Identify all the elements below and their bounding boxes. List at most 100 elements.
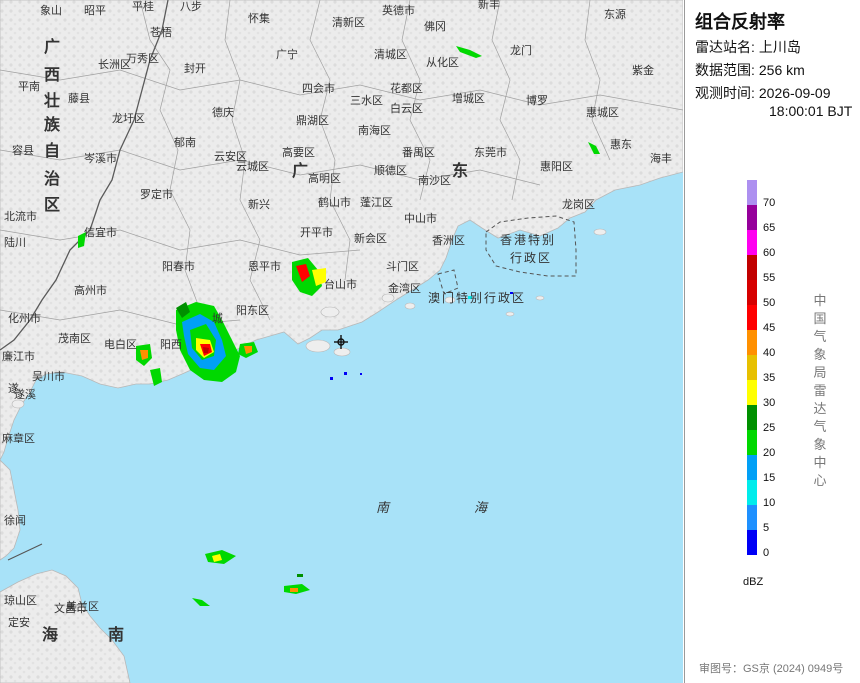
province-label-char: 族 <box>44 115 61 134</box>
credit-char: 中 <box>813 293 827 308</box>
legend-value: 10 <box>763 497 776 509</box>
map-label: 花都区 <box>390 82 423 95</box>
map-label: 蓬江区 <box>360 196 393 209</box>
map-label: 中山市 <box>404 211 437 225</box>
map-label: 南海区 <box>358 123 391 137</box>
map-label: 定安 <box>8 615 30 629</box>
sar-label: 行政区 <box>510 251 552 265</box>
map-label: 高要区 <box>282 145 315 159</box>
legend-swatch <box>747 480 757 505</box>
credit-char: 中 <box>813 455 827 470</box>
legend-swatch <box>747 430 757 455</box>
map-label: 遂溪 <box>14 387 36 401</box>
time-date: 2026-09-09 <box>758 85 831 101</box>
map-label: 廉江市 <box>2 349 35 363</box>
legend-value: 50 <box>763 297 776 309</box>
map-label: 鼎湖区 <box>296 114 329 127</box>
legend-value: 25 <box>763 422 776 434</box>
province-label-char: 广 <box>44 37 60 56</box>
legend-value: 35 <box>763 372 776 384</box>
map-label: 北流市 <box>4 209 37 223</box>
map-label: 琼山区 <box>4 593 37 607</box>
map-label: 白云区 <box>390 101 423 115</box>
legend-value: 20 <box>763 447 776 459</box>
map-label: 信宜市 <box>84 225 117 239</box>
legend-value: 70 <box>763 197 776 209</box>
map-label: 苍梧 <box>150 25 172 39</box>
time-row: 观测时间: 2026-09-09 <box>695 84 831 102</box>
legend-swatch <box>747 180 757 205</box>
legend-swatch <box>747 405 757 430</box>
map-label: 阳西 <box>160 338 182 351</box>
station-value: 上川岛 <box>758 39 801 55</box>
map-label: 文昌市 <box>54 601 87 615</box>
legend-value: 40 <box>763 347 776 359</box>
legend-swatch <box>747 455 757 480</box>
map-label: 新兴 <box>248 197 270 211</box>
map-label: 香洲区 <box>432 234 465 247</box>
legend-swatch <box>747 280 757 305</box>
legend-swatch <box>747 355 757 380</box>
map-label: 平桂 <box>132 0 154 13</box>
map-label: 顺德区 <box>374 163 407 177</box>
credit-char: 气 <box>813 329 827 344</box>
map-label: 四会市 <box>302 81 335 95</box>
map-label: 广宁 <box>276 47 298 61</box>
range-value: 256 km <box>758 62 805 78</box>
map-label: 郁南 <box>174 135 196 149</box>
map-label: 龙岗区 <box>562 198 595 211</box>
legend-swatch <box>747 330 757 355</box>
map-label: 怀集 <box>248 11 270 25</box>
map-label: 龙圩区 <box>112 112 145 125</box>
map-approval-number: 审图号：GS京 (2024) 0949号 <box>699 663 844 675</box>
credit-char: 气 <box>813 419 827 434</box>
range-label: 数据范围: <box>695 62 755 78</box>
map-label: 龙门 <box>510 43 532 57</box>
legend-swatch <box>747 205 757 230</box>
agency-credit: 中国气象局雷达气象中心 <box>813 292 827 490</box>
time-clock: 18:00:01 BJT <box>769 103 853 119</box>
map-label: 东莞市 <box>474 145 507 159</box>
province-label-char: 自 <box>44 141 60 160</box>
credit-char: 雷 <box>813 383 827 398</box>
legend-value: 30 <box>763 397 776 409</box>
map-label: 英德市 <box>382 3 415 17</box>
map-label: 紫金 <box>632 63 654 77</box>
legend-swatch <box>747 530 757 555</box>
map-label: 藤县 <box>68 92 90 105</box>
legend-value: 65 <box>763 222 776 234</box>
province-label-char: 东 <box>452 161 468 180</box>
legend-value: 0 <box>763 547 770 559</box>
legend-swatch <box>747 305 757 330</box>
map-label: 高明区 <box>308 171 341 185</box>
credit-char: 心 <box>813 473 827 488</box>
map-label: 德庆 <box>212 105 234 119</box>
map-label: 惠东 <box>610 137 632 151</box>
station-row: 雷达站名: 上川岛 <box>695 38 801 56</box>
map-label: 恩平市 <box>248 259 281 273</box>
map-label: 开平市 <box>300 225 333 239</box>
map-label: 麻章区 <box>2 431 35 445</box>
map-label: 南沙区 <box>418 174 451 187</box>
credit-char: 象 <box>813 437 827 452</box>
map-label: 新会区 <box>354 231 387 245</box>
map-label: 罗定市 <box>140 187 173 201</box>
map-label: 平南 <box>18 80 40 93</box>
map-label: 惠阳区 <box>540 159 573 173</box>
province-label-char: 区 <box>44 195 60 214</box>
map-label: 海丰 <box>650 151 672 165</box>
map-label: 佛冈 <box>424 20 446 33</box>
map-label: 封开 <box>184 61 206 75</box>
time-label: 观测时间: <box>695 85 755 101</box>
legend-swatch <box>747 230 757 255</box>
legend-value: 45 <box>763 322 776 334</box>
map-label: 从化区 <box>426 55 459 69</box>
sea-label: 海 <box>474 501 489 516</box>
product-title: 组合反射率 <box>695 12 785 32</box>
color-legend <box>747 180 757 555</box>
map-label: 象山 <box>40 4 62 17</box>
province-label-char: 海 <box>42 625 58 644</box>
map-label: 东源 <box>604 7 626 21</box>
map-label: 高州市 <box>74 283 107 297</box>
legend-value: 15 <box>763 472 776 484</box>
